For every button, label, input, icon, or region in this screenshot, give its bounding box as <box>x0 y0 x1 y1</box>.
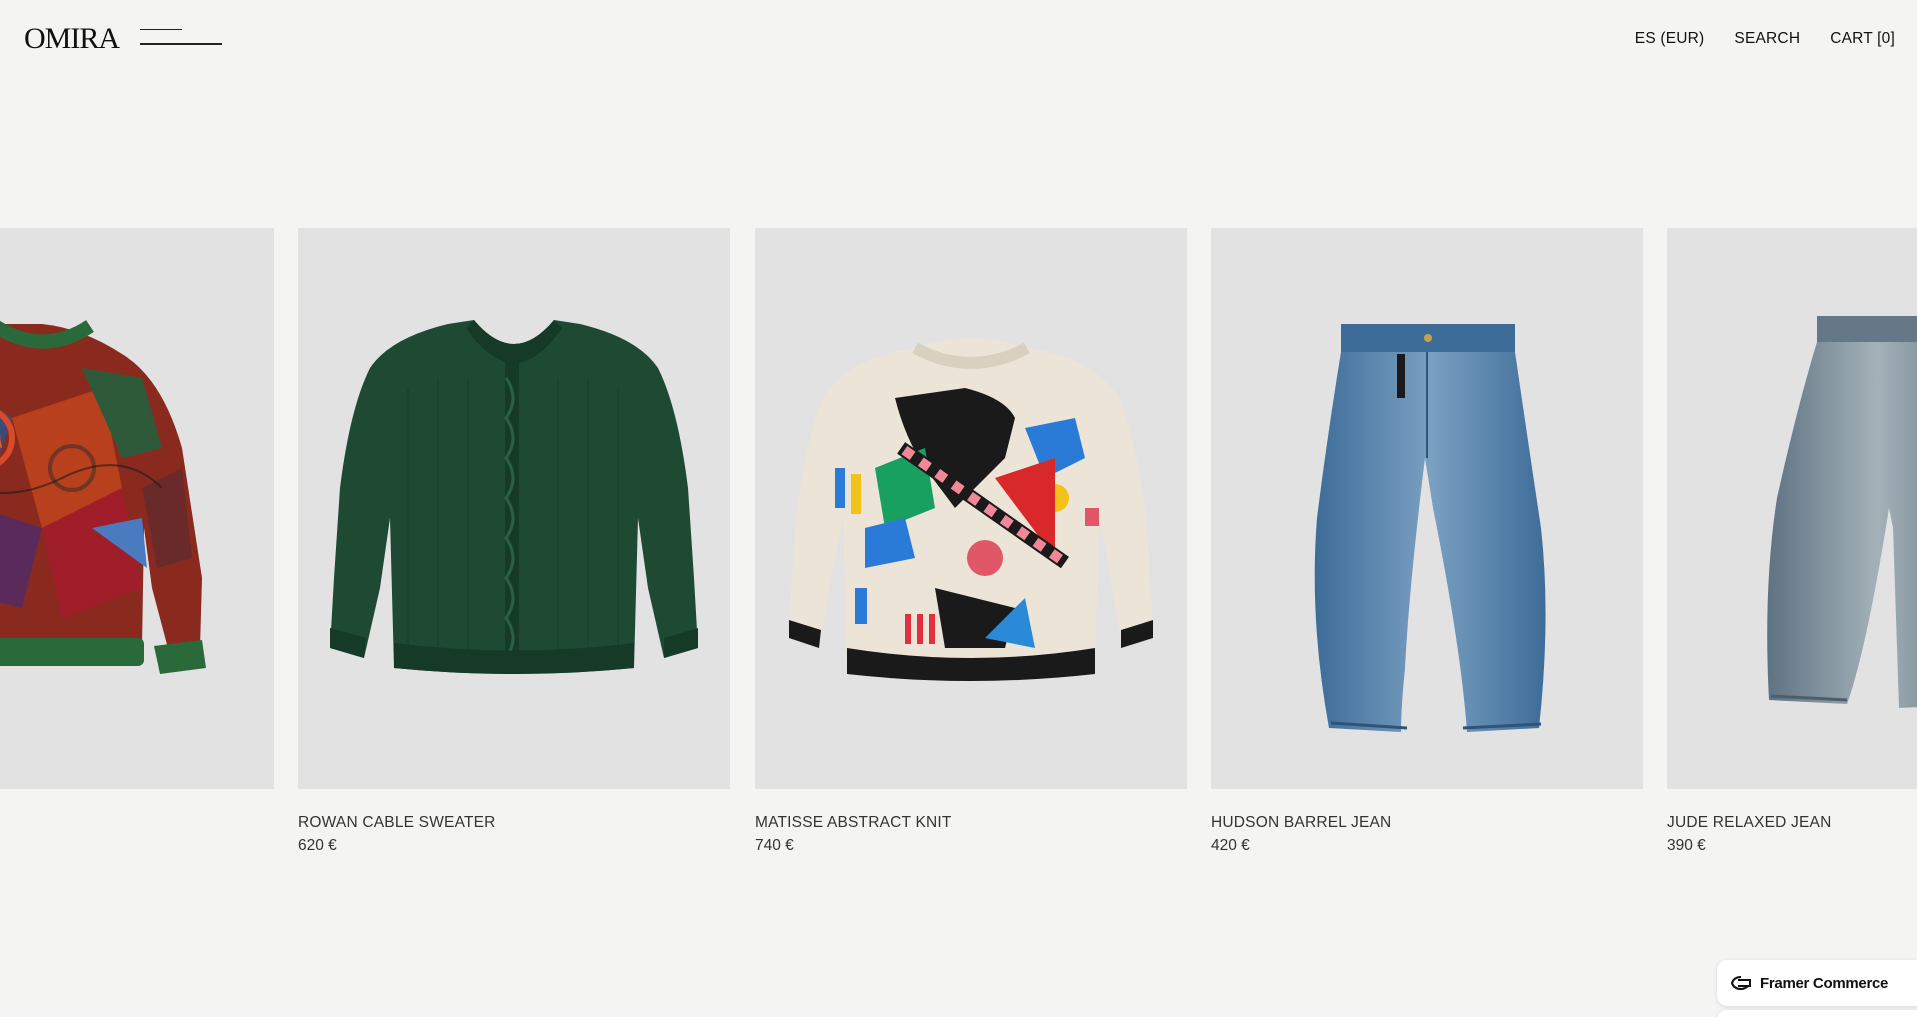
framer-badge-secondary <box>1717 1010 1917 1017</box>
product-card[interactable]: JUDE RELAXED JEAN 390 € <box>1667 228 1917 855</box>
site-logo[interactable]: OMIRA <box>24 22 120 56</box>
product-price: 620 € <box>298 837 337 854</box>
product-image[interactable] <box>0 228 274 789</box>
product-name[interactable]: HUDSON BARREL JEAN <box>1211 814 1643 832</box>
grey-relaxed-jean-image <box>1767 316 1917 708</box>
product-card[interactable]: ROWAN CABLE SWEATER 620 € <box>298 228 730 855</box>
green-cable-sweater-image <box>330 320 698 674</box>
product-price: 420 € <box>1211 837 1250 854</box>
page: OMIRA ES (EUR) SEARCH CART [0] ROWAN CAB… <box>0 0 1917 1017</box>
product-carousel: ROWAN CABLE SWEATER 620 € MATISSE ABSTRA… <box>0 228 1917 868</box>
product-image[interactable] <box>1211 228 1643 789</box>
header-nav: ES (EUR) SEARCH CART [0] <box>1635 30 1895 48</box>
product-price: 390 € <box>1667 837 1706 854</box>
menu-icon[interactable] <box>140 24 224 50</box>
cart-link[interactable]: CART [0] <box>1830 30 1895 48</box>
product-name[interactable]: JUDE RELAXED JEAN <box>1667 814 1917 832</box>
framer-commerce-label: Framer Commerce <box>1760 974 1889 992</box>
product-name[interactable]: ROWAN CABLE SWEATER <box>298 814 730 832</box>
product-name[interactable]: MATISSE ABSTRACT KNIT <box>755 814 1187 832</box>
blue-barrel-jean-image <box>1314 324 1546 732</box>
menu-icon-line-bottom <box>140 43 222 45</box>
product-image[interactable] <box>298 228 730 789</box>
menu-icon-line-top <box>140 29 182 30</box>
product-card[interactable]: HUDSON BARREL JEAN 420 € <box>1211 228 1643 855</box>
site-header: OMIRA ES (EUR) SEARCH CART [0] <box>0 0 1917 80</box>
product-image[interactable] <box>755 228 1187 789</box>
locale-selector[interactable]: ES (EUR) <box>1635 30 1705 48</box>
product-card[interactable] <box>0 228 274 814</box>
framer-commerce-icon <box>1730 976 1751 990</box>
product-price: 740 € <box>755 837 794 854</box>
multicolor-patchwork-sweater-image <box>0 320 206 674</box>
framer-commerce-badge[interactable]: Framer Commerce <box>1717 960 1917 1006</box>
product-card[interactable]: MATISSE ABSTRACT KNIT 740 € <box>755 228 1187 855</box>
search-link[interactable]: SEARCH <box>1734 30 1800 48</box>
product-image[interactable] <box>1667 228 1917 789</box>
abstract-knit-sweater-image <box>789 338 1153 681</box>
